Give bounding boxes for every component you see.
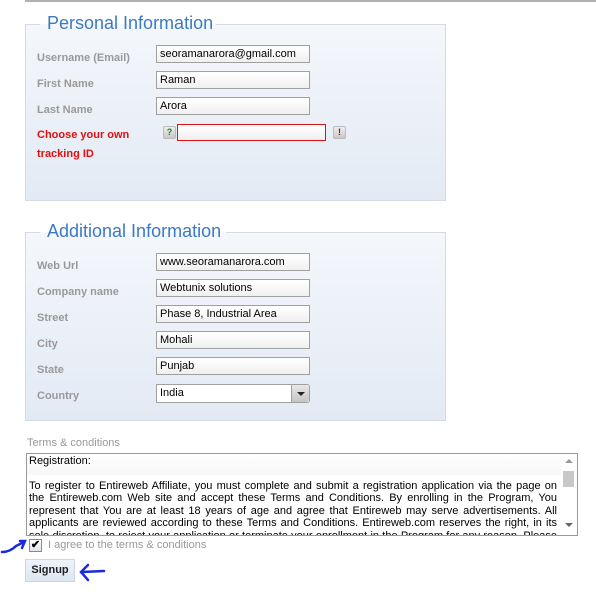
fieldset-border <box>226 232 446 233</box>
agree-checkbox[interactable]: ✔ <box>29 539 42 552</box>
web-url-label: Web Url <box>37 260 79 272</box>
scroll-down-icon[interactable] <box>565 523 573 527</box>
error-icon: ! <box>333 126 346 139</box>
chevron-down-icon[interactable] <box>291 385 309 402</box>
fieldset-border <box>25 24 40 25</box>
country-select[interactable]: India <box>156 384 310 403</box>
terms-text: Registration: To register to Entireweb A… <box>29 455 557 536</box>
first-name-label: First Name <box>37 78 94 90</box>
terms-body: To register to Entireweb Affiliate, you … <box>29 479 557 536</box>
company-name-label: Company name <box>37 286 119 298</box>
tracking-id-label: Choose your own tracking ID <box>37 126 129 164</box>
tracking-id-label-line2: tracking ID <box>37 148 94 160</box>
username-label: Username (Email) <box>37 52 130 64</box>
street-label: Street <box>37 312 69 324</box>
annotation-arrow-icon <box>0 539 27 554</box>
street-input[interactable]: Phase 8, Industrial Area <box>156 305 310 323</box>
signup-button[interactable]: Signup <box>25 559 75 582</box>
first-name-input[interactable]: Raman <box>156 71 310 89</box>
annotation-arrow-icon <box>79 563 106 582</box>
city-label: City <box>37 338 58 350</box>
company-name-input[interactable]: Webtunix solutions <box>156 279 310 297</box>
section-legend: Personal Information <box>47 13 214 33</box>
terms-label: Terms & conditions <box>27 437 120 449</box>
agree-label: I agree to the terms & conditions <box>48 539 207 551</box>
fieldset-border <box>216 24 446 25</box>
personal-information-section: Personal Information Username (Email) se… <box>25 13 446 201</box>
additional-information-section: Additional Information Web Url www.seora… <box>25 221 446 421</box>
country-selected-value: India <box>160 387 184 399</box>
section-legend: Additional Information <box>47 221 222 241</box>
scroll-thumb[interactable] <box>563 471 574 487</box>
state-input[interactable]: Punjab <box>156 357 310 375</box>
top-divider <box>25 0 596 2</box>
last-name-label: Last Name <box>37 104 93 116</box>
fieldset-border <box>25 232 40 233</box>
username-input[interactable]: seoramanarora@gmail.com <box>156 45 310 63</box>
last-name-input[interactable]: Arora <box>156 97 310 115</box>
city-input[interactable]: Mohali <box>156 331 310 349</box>
scroll-up-icon[interactable] <box>565 459 573 463</box>
tracking-id-label-line1: Choose your own <box>37 129 130 141</box>
terms-textarea[interactable]: Registration: To register to Entireweb A… <box>26 453 578 536</box>
scrollbar[interactable] <box>561 454 577 535</box>
terms-heading: Registration: <box>29 455 91 467</box>
help-icon[interactable]: ? <box>163 126 176 139</box>
state-label: State <box>37 364 64 376</box>
web-url-input[interactable]: www.seoramanarora.com <box>156 253 310 271</box>
country-label: Country <box>37 390 80 402</box>
tracking-id-input[interactable] <box>177 124 326 141</box>
